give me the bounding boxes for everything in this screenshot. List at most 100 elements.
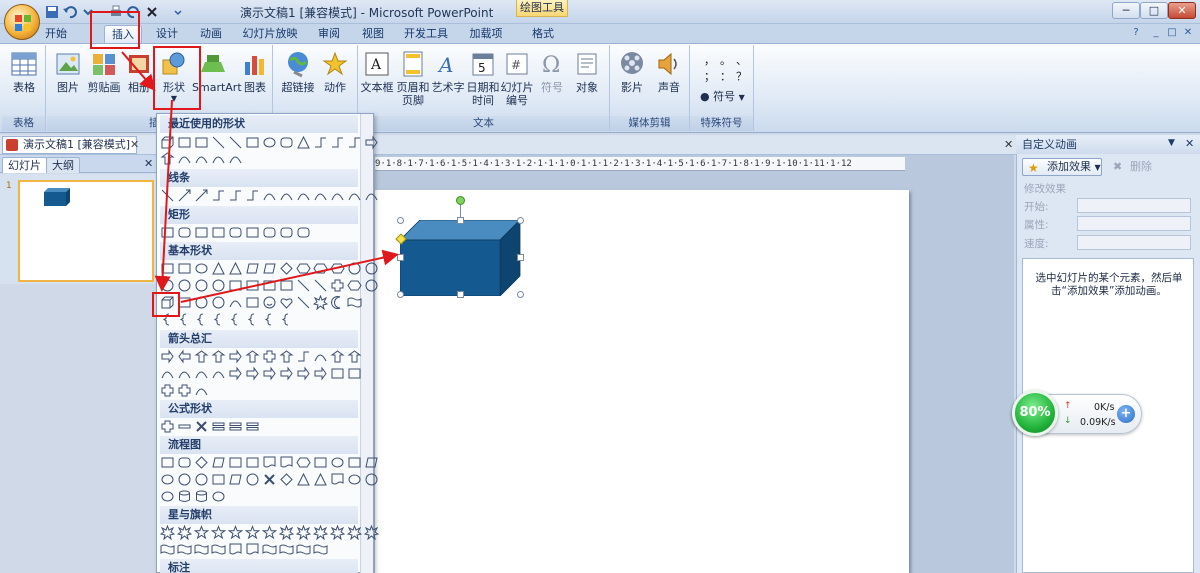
slide-thumbnail[interactable] <box>18 180 154 282</box>
undo-icon[interactable] <box>62 4 78 20</box>
shape-option[interactable] <box>364 188 379 203</box>
shape-option[interactable] <box>211 261 226 276</box>
doc-tab-close-icon[interactable]: ✕ <box>130 138 139 151</box>
shape-option[interactable] <box>245 278 260 293</box>
shape-option[interactable] <box>194 135 209 150</box>
shape-option[interactable] <box>228 542 243 557</box>
shape-option[interactable] <box>330 295 345 310</box>
left-pane-close-icon[interactable]: ✕ <box>144 157 153 170</box>
shape-option[interactable] <box>330 366 345 381</box>
shape-option[interactable] <box>211 366 226 381</box>
shape-option[interactable] <box>211 278 226 293</box>
symbol-cell[interactable]: 、 <box>736 52 747 68</box>
shape-option[interactable] <box>160 419 175 434</box>
sound-button[interactable]: 声音 <box>652 50 686 94</box>
resize-handle[interactable] <box>397 291 404 298</box>
shape-option[interactable] <box>347 135 362 150</box>
shape-option[interactable] <box>279 349 294 364</box>
shape-option[interactable] <box>245 472 260 487</box>
shape-option[interactable] <box>330 261 345 276</box>
shape-option[interactable] <box>279 366 294 381</box>
rotate-handle[interactable] <box>456 196 465 205</box>
shape-option[interactable] <box>330 188 345 203</box>
ribbon-restore-icon[interactable]: □ <box>1166 27 1178 39</box>
shape-option[interactable] <box>347 455 362 470</box>
shape-option[interactable] <box>330 472 345 487</box>
shape-option[interactable] <box>313 278 328 293</box>
shape-option[interactable] <box>160 349 175 364</box>
shape-option[interactable] <box>279 295 294 310</box>
special-symbol-button[interactable]: ● 符号 ▼ <box>700 88 745 104</box>
shape-option[interactable] <box>296 278 311 293</box>
shape-option[interactable] <box>160 383 175 398</box>
shape-option[interactable] <box>176 524 193 541</box>
shape-option[interactable] <box>330 135 345 150</box>
shape-option[interactable] <box>279 188 294 203</box>
shape-option[interactable] <box>295 524 312 541</box>
shape-option[interactable] <box>364 261 379 276</box>
shape-option[interactable] <box>279 278 294 293</box>
shape-option[interactable] <box>313 455 328 470</box>
hyperlink-button[interactable]: 超链接 <box>280 50 316 94</box>
shape-option[interactable] <box>262 472 277 487</box>
shape-option[interactable] <box>296 542 311 557</box>
symbol-cell[interactable]: 。 <box>720 52 731 68</box>
slide-number-button[interactable]: # 幻灯片编号 <box>500 50 534 107</box>
shape-option[interactable] <box>313 542 328 557</box>
shape-option[interactable] <box>160 225 175 240</box>
tab-outline[interactable]: 大纲 <box>46 157 80 173</box>
shape-option[interactable] <box>177 261 192 276</box>
shape-option[interactable] <box>160 188 175 203</box>
menu-scrollbar[interactable] <box>360 114 373 573</box>
shape-option[interactable] <box>262 261 277 276</box>
ribbon-minimize-icon[interactable]: _ <box>1150 27 1162 39</box>
shape-option[interactable] <box>194 151 209 166</box>
shape-option[interactable] <box>160 135 175 150</box>
property-select[interactable] <box>1077 216 1191 231</box>
resize-handle[interactable] <box>517 291 524 298</box>
shape-option[interactable] <box>177 188 192 203</box>
shape-option[interactable] <box>262 188 277 203</box>
shape-option[interactable] <box>211 419 226 434</box>
album-button[interactable]: 相册 <box>124 50 154 94</box>
shape-option[interactable] <box>262 295 277 310</box>
shape-option[interactable] <box>245 135 260 150</box>
shape-option[interactable] <box>210 525 227 540</box>
shape-option[interactable] <box>211 188 226 203</box>
shape-option[interactable] <box>211 295 226 310</box>
shape-option[interactable] <box>160 472 175 487</box>
resize-handle[interactable] <box>397 217 404 224</box>
shape-option[interactable] <box>228 295 243 310</box>
shape-option[interactable] <box>279 455 294 470</box>
shape-option[interactable] <box>194 295 209 310</box>
shape-option[interactable] <box>279 225 294 240</box>
shape-option[interactable] <box>228 419 243 434</box>
speed-select[interactable] <box>1077 235 1191 250</box>
shape-option[interactable] <box>296 225 311 240</box>
tab-slideshow[interactable]: 幻灯片放映 <box>240 25 300 43</box>
resize-handle[interactable] <box>457 291 464 298</box>
shape-option[interactable] <box>363 524 380 541</box>
shape-option[interactable] <box>228 261 243 276</box>
add-effect-button[interactable]: ★ 添加效果 ▼ <box>1022 158 1102 176</box>
header-footer-button[interactable]: 页眉和页脚 <box>396 50 430 107</box>
shape-option[interactable] <box>278 524 295 541</box>
delete-effect-button[interactable]: ✖ 删除 <box>1110 158 1158 176</box>
shape-option[interactable] <box>313 261 328 276</box>
shape-option[interactable] <box>261 525 278 540</box>
shape-option[interactable] <box>228 366 243 381</box>
shape-option[interactable] <box>177 151 192 166</box>
shape-option[interactable] <box>177 366 192 381</box>
shape-option[interactable] <box>296 366 311 381</box>
shape-option[interactable] <box>211 455 226 470</box>
close-window-button[interactable]: ✕ <box>1168 2 1196 19</box>
shape-option[interactable] <box>194 455 209 470</box>
shape-option[interactable] <box>177 472 192 487</box>
object-button[interactable]: 对象 <box>570 50 604 94</box>
shape-option[interactable] <box>347 295 362 310</box>
shape-option[interactable] <box>194 472 209 487</box>
tab-addins[interactable]: 加载项 <box>462 25 510 43</box>
shape-option[interactable] <box>177 349 192 364</box>
shape-option[interactable] <box>194 188 209 203</box>
ribbon-close-icon[interactable]: ✕ <box>1182 27 1194 39</box>
